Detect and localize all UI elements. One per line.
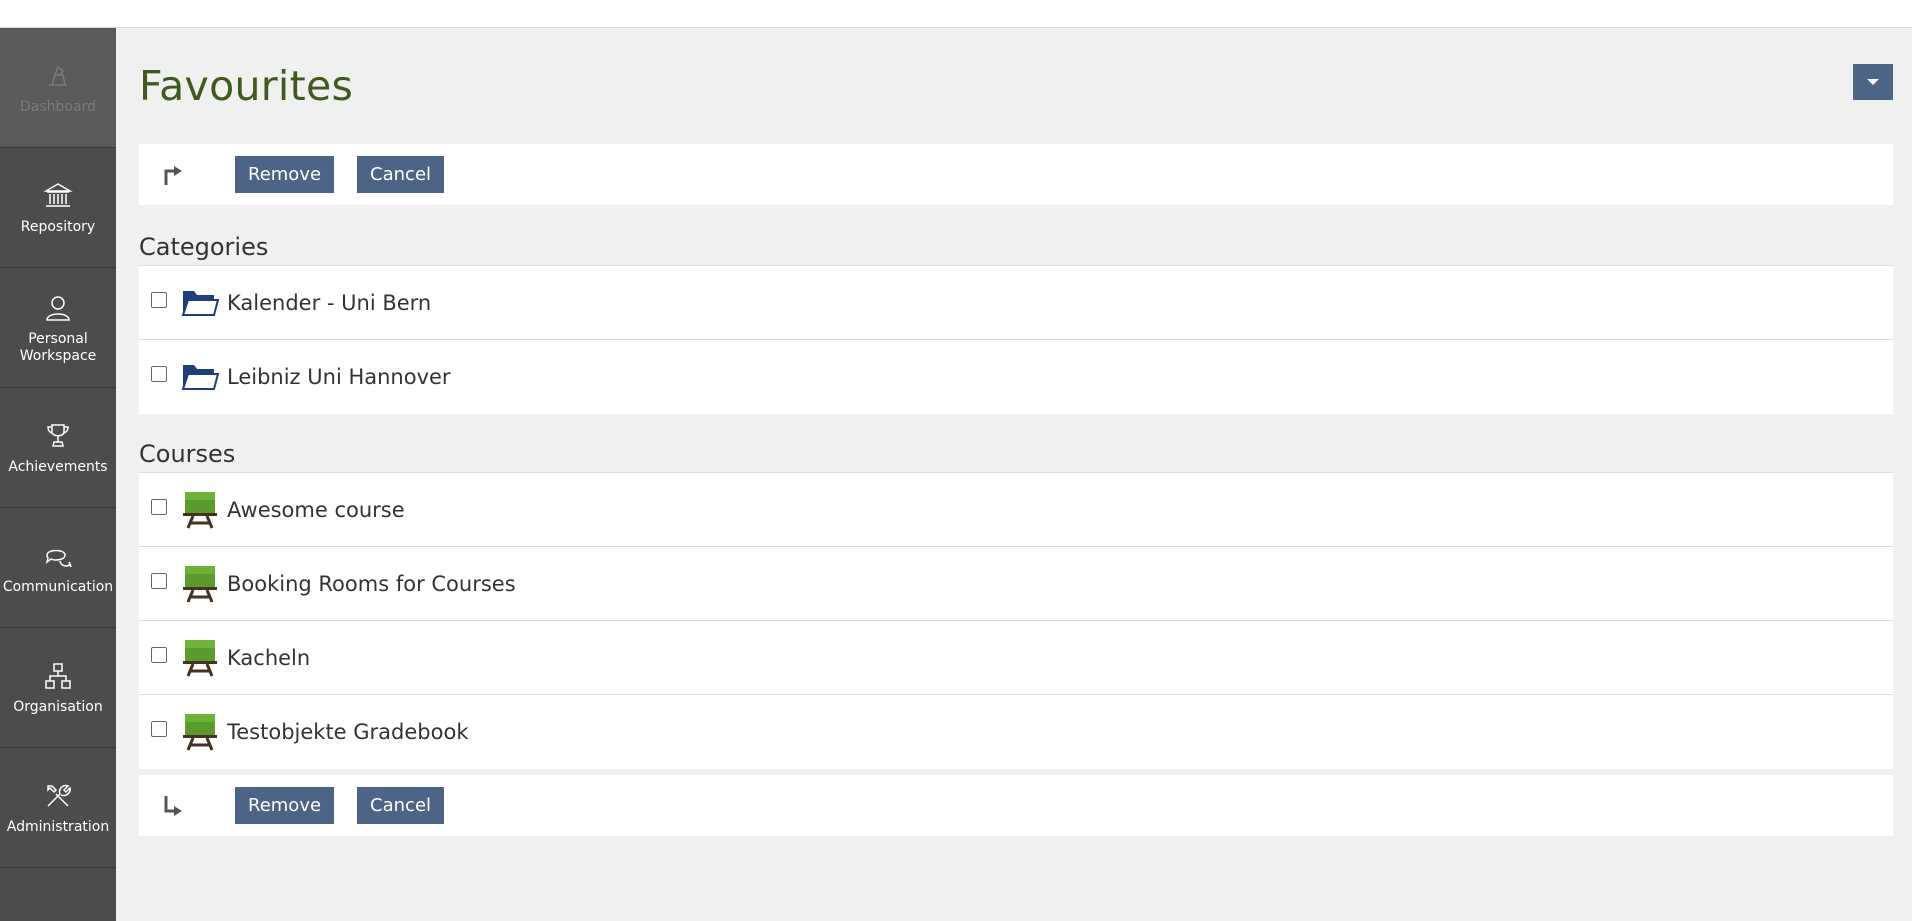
item-title[interactable]: Leibniz Uni Hannover [227,365,451,389]
dashboard-icon [41,59,75,93]
item-title[interactable]: Booking Rooms for Courses [227,572,516,596]
item-title[interactable]: Kacheln [227,646,310,670]
list-item[interactable]: Testobjekte Gradebook [139,695,1893,769]
sidebar-item-label: Repository [20,219,96,235]
page-title: Favourites [139,62,354,110]
sidebar-item-label: Communication [2,579,114,595]
sidebar-item-label: Administration [6,819,110,835]
select-checkbox[interactable] [151,646,167,663]
corner-arrow-up-right-icon [159,792,187,820]
sidebar-item-label: Personal Workspace [19,330,97,364]
course-board-icon [181,639,219,677]
select-checkbox[interactable] [151,572,167,589]
actions-dropdown-button[interactable] [1853,64,1893,100]
categories-heading: Categories [139,233,269,261]
item-title[interactable]: Kalender - Uni Bern [227,291,431,315]
item-title[interactable]: Awesome course [227,498,405,522]
select-checkbox[interactable] [151,498,167,515]
course-board-icon [181,565,219,603]
caret-down-icon [1867,79,1879,85]
sidebar-item-label: Organisation [13,699,103,715]
folder-icon [181,358,219,396]
list-item[interactable]: Leibniz Uni Hannover [139,340,1893,414]
trophy-icon [41,419,75,453]
select-checkbox[interactable] [151,721,167,737]
course-board-icon [181,491,219,529]
sidebar-item-label: Achievements [8,459,108,475]
sidebar-item-organisation[interactable]: Organisation [0,628,116,748]
list-item[interactable]: Booking Rooms for Courses [139,547,1893,621]
courses-list: Awesome course Booking Rooms for Courses [139,472,1893,769]
item-title[interactable]: Testobjekte Gradebook [227,720,469,744]
cancel-button[interactable]: Cancel [357,787,445,824]
remove-button[interactable]: Remove [235,156,335,193]
cancel-button[interactable]: Cancel [357,156,445,193]
select-checkbox[interactable] [151,366,167,382]
top-action-toolbar: Remove Cancel [139,144,1893,205]
sidebar-item-personal-workspace[interactable]: Personal Workspace [0,268,116,388]
main-sidebar: Dashboard Repository Personal Workspace … [0,28,116,921]
tools-icon [41,779,75,813]
folder-icon [181,284,219,322]
course-board-icon [181,713,219,751]
select-checkbox[interactable] [151,291,167,308]
sidebar-item-dashboard[interactable]: Dashboard [0,28,116,148]
chat-bubbles-icon [41,539,75,573]
sidebar-item-label: Dashboard [20,99,96,115]
courses-heading: Courses [139,440,236,468]
list-item[interactable]: Awesome course [139,473,1893,547]
categories-list: Kalender - Uni Bern Leibniz Uni Hannover [139,265,1893,414]
sidebar-item-achievements[interactable]: Achievements [0,388,116,508]
org-chart-icon [41,659,75,693]
repository-icon [41,179,75,213]
corner-arrow-down-right-icon [159,161,187,189]
list-item[interactable]: Kacheln [139,621,1893,695]
bottom-action-toolbar: Remove Cancel [139,775,1893,836]
sidebar-item-communication[interactable]: Communication [0,508,116,628]
top-header-bar [0,0,1912,28]
sidebar-item-repository[interactable]: Repository [0,148,116,268]
sidebar-item-administration[interactable]: Administration [0,748,116,868]
remove-button[interactable]: Remove [235,787,335,824]
person-icon [41,291,75,325]
list-item[interactable]: Kalender - Uni Bern [139,266,1893,340]
